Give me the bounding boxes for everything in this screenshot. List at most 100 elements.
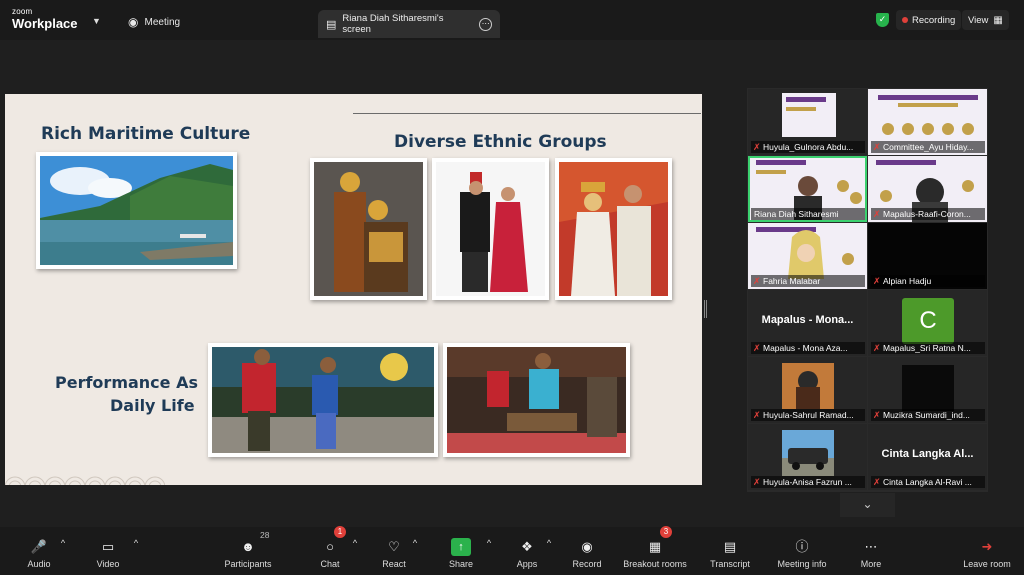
participants-icon: ☻ [241,539,255,554]
slide-rule [353,113,701,114]
participants-button[interactable]: ☻ Participants [213,538,283,569]
participant-name: Fahria Malabar [763,276,821,286]
participant-name: Huyula-Anisa Fazrun ... [763,477,852,487]
title-performance-2: Daily Life [110,396,195,415]
ethnic-photo-3 [555,158,672,300]
participant-name: Mapalus_Sri Ratna N... [883,343,971,353]
logo-top: zoom [12,7,33,16]
apps-label: Apps [516,559,538,569]
breakout-badge: 3 [660,526,672,538]
participant-display-name: Mapalus - Mona... [761,314,854,326]
participant-tile[interactable]: ✗ Muzikra Sumardi_ind... [868,357,987,423]
more-icon[interactable]: ⋯ [479,17,492,31]
participant-name: Mapalus-Raafi-Coron... [883,209,971,219]
paw-icon: ◉ [128,15,139,29]
more-label: More [860,559,882,569]
participant-tile[interactable]: ✗ Huyula-Anisa Fazrun ... [748,424,867,490]
leave-label: Leave room [963,559,1011,569]
maritime-photo [36,152,237,269]
title-maritime: Rich Maritime Culture [41,124,251,144]
mic-muted-icon: ✗ [753,343,761,353]
participant-tile[interactable]: ✗ Alpian Hadju [868,223,987,289]
view-button[interactable]: View ▦ [962,10,1009,30]
recording-indicator[interactable]: Recording [896,10,962,30]
chat-badge: 1 [334,526,346,538]
record-dot-icon [902,17,908,23]
ethnic-photo-1 [310,158,427,300]
video-label: Video [96,559,120,569]
mic-muted-icon: ✗ [873,410,881,420]
meeting-info-button[interactable]: ⓘ Meeting info [767,538,837,569]
participant-tile[interactable]: ✗ Huyula-Sahrul Ramad... [748,357,867,423]
participant-tile[interactable]: C ✗ Mapalus_Sri Ratna N... [868,290,987,356]
shared-slide: Rich Maritime Culture Diverse Ethnic Gro… [5,94,702,485]
screen-tab-label: Riana Diah Sitharesmi's screen [342,13,444,35]
title-performance-1: Performance As [55,373,198,392]
mic-muted-icon: ✗ [873,343,881,353]
breakout-icon: ▦ [648,539,662,554]
chat-label: Chat [320,559,340,569]
top-bar: zoom Workplace ▼ ◉ Meeting ▤ Riana Diah … [0,0,1024,40]
transcript-icon: ▤ [723,539,737,554]
recording-label: Recording [912,14,956,26]
title-ethnic: Diverse Ethnic Groups [394,132,607,152]
more-icon: ⋯ [864,539,878,554]
participant-display-name: Cinta Langka Al... [881,448,974,460]
screen-share-tab[interactable]: ▤ Riana Diah Sitharesmi's screen ⋯ [318,10,500,38]
chevron-down-icon[interactable]: ⌄ [840,493,895,517]
share-label: Share [448,559,474,569]
mic-muted-icon: ✗ [753,410,761,420]
avatar [902,365,954,411]
participant-name: Mapalus - Mona Aza... [763,343,848,353]
mic-muted-icon: ✗ [753,142,761,152]
participant-tile[interactable]: ✗ Committee_Ayu Hiday... [868,89,987,155]
avatar: C [902,298,954,344]
leave-icon: ➜ [981,539,993,554]
participant-name: Cinta Langka Al-Ravi ... [883,477,972,487]
participant-name: Alpian Hadju [883,276,932,286]
wave-pattern [5,476,165,485]
mic-muted-icon: ✗ [873,209,881,219]
participant-tile[interactable]: Mapalus - Mona... ✗ Mapalus - Mona Aza... [748,290,867,356]
meeting-info-label: Meeting info [777,559,827,569]
meeting-button[interactable]: ◉ Meeting [128,15,180,29]
meeting-toolbar: 🎤 Audio ^ ▭ Video ^ ☻ Participants 28 ○ … [0,526,1024,575]
participant-gallery: ✗ Huyula_Gulnora Abdu... ✗ Committee_Ayu H… [747,88,988,492]
mic-muted-icon: ✗ [753,477,761,487]
more-button[interactable]: ⋯ More [836,538,906,569]
record-label: Record [572,559,602,569]
participant-tile[interactable]: ✗ Huyula_Gulnora Abdu... [748,89,867,155]
logo-main: Workplace [12,16,78,31]
transcript-button[interactable]: ▤ Transcript [695,538,765,569]
participant-tile[interactable]: Cinta Langka Al... ✗ Cinta Langka Al-Ravi… [868,424,987,490]
record-icon: ◉ [581,539,593,554]
react-label: React [382,559,406,569]
audio-label: Audio [27,559,51,569]
participants-label: Participants [224,559,272,569]
meeting-label: Meeting [144,16,181,28]
participant-tile-active-speaker[interactable]: Riana Diah Sitharesmi [748,156,867,222]
screen-icon: ▤ [326,18,337,31]
breakout-rooms-button[interactable]: ▦ Breakout rooms [620,538,690,569]
performance-photo-2 [443,343,630,457]
mic-muted-icon: ✗ [873,276,881,286]
transcript-label: Transcript [710,559,750,569]
mic-muted-icon: ✗ [873,477,881,487]
info-icon: ⓘ [795,539,809,554]
participant-name: Muzikra Sumardi_ind... [883,410,970,420]
chevron-down-icon[interactable]: ▼ [92,16,101,26]
leave-room-button[interactable]: ➜ Leave room [952,538,1022,569]
performance-photo-1 [208,343,438,457]
resize-handle[interactable] [704,300,707,318]
mic-muted-icon: ✗ [873,142,881,152]
video-options-caret[interactable]: ^ [101,538,171,548]
grid-icon: ▦ [993,14,1003,26]
participant-name: Riana Diah Sitharesmi [754,209,839,219]
participant-tile[interactable]: ✗ Mapalus-Raafi-Coron... [868,156,987,222]
shield-icon[interactable]: ✓ [876,13,889,27]
participants-count: 28 [260,530,270,540]
participant-tile[interactable]: ✗ Fahria Malabar [748,223,867,289]
breakout-label: Breakout rooms [623,559,687,569]
view-label: View [968,14,989,26]
record-button[interactable]: ◉ Record [552,538,622,569]
